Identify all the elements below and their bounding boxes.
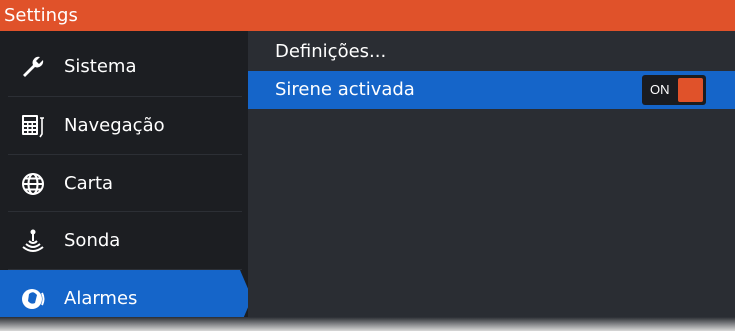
bottom-fade [0,317,735,331]
sidebar-item-label: Carta [64,173,114,194]
sonar-icon [18,226,48,256]
row-label: Sirene activada [275,79,415,100]
sidebar-item-label: Sistema [64,56,137,77]
definicoes-item[interactable]: Definições... [248,33,735,71]
wrench-icon [18,52,48,82]
sidebar-item-navegacao[interactable]: Navegação [0,97,240,154]
sirene-activada-row[interactable]: Sirene activada ON [248,71,735,109]
sidebar-item-label: Sonda [64,230,121,251]
alarm-bell-icon [18,284,48,314]
sirene-toggle[interactable]: ON [642,75,706,105]
sidebar-item-label: Alarmes [64,288,138,309]
toggle-knob [678,78,703,102]
sidebar-item-label: Navegação [64,115,165,136]
calculator-icon [18,111,48,141]
sidebar: Sistema Navegação Carta Sonda Alarmes [0,31,252,331]
sidebar-item-sonda[interactable]: Sonda [0,212,240,269]
settings-panel: Definições... Sirene activada ON [248,31,735,331]
window-title: Settings [0,0,735,31]
row-label: Definições... [275,41,387,62]
settings-window: Settings Sistema Navegação Carta Sonda A… [0,0,735,331]
sidebar-item-sistema[interactable]: Sistema [0,38,240,95]
globe-icon [18,169,48,199]
toggle-state: ON [650,82,670,97]
sidebar-item-carta[interactable]: Carta [0,155,240,212]
